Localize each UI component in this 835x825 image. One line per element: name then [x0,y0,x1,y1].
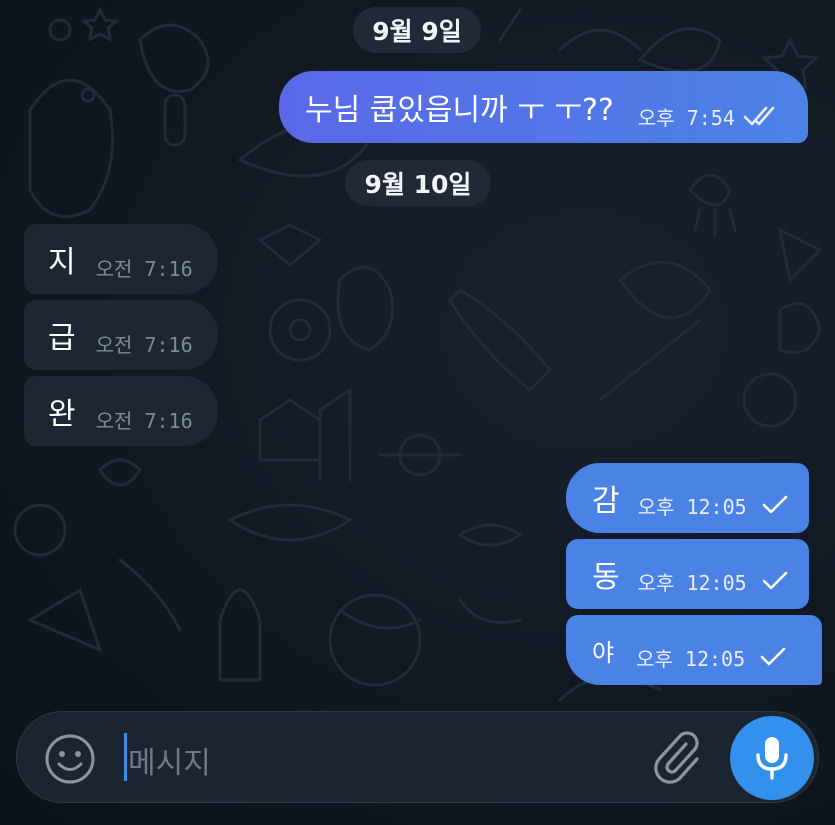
message-text: 급 [48,321,76,356]
single-check-icon [762,495,787,514]
message-text: 야 [592,638,615,667]
date-separator-label: 9월 9일 [372,17,462,46]
date-separator: 9월 10일 [345,160,491,206]
message-text: 완 [48,397,76,432]
date-separator: 9월 9일 [353,7,481,53]
message-time: 오전 7:16 [95,408,193,433]
message-text: 감 [592,484,620,519]
message-text: 지 [48,245,76,280]
microphone-icon [756,737,788,780]
message-bubble-incoming[interactable]: 급 오전 7:16 [24,300,218,370]
message-input-placeholder: 메시지 [128,746,211,781]
message-bubble-outgoing[interactable]: 동 오후 12:05 [566,539,809,609]
message-bubble-outgoing[interactable]: 누님 쿱있읍니까 ㅜ ㅜ?? 오후 7:54 [279,71,808,143]
message-input[interactable]: 메시지 [128,738,211,782]
message-time: 오전 7:16 [95,332,193,357]
double-check-icon [743,106,775,126]
message-bubble-outgoing[interactable]: 감 오후 12:05 [566,463,809,533]
text-cursor [124,733,127,781]
message-time: 오후 12:05 [636,646,746,671]
message-text: 누님 쿱있읍니까 ㅜ ㅜ?? [305,93,614,128]
message-bubble-incoming[interactable]: 지 오전 7:16 [24,224,218,294]
date-separator-label: 9월 10일 [364,170,472,199]
single-check-icon [762,571,787,590]
smiley-face-icon[interactable] [44,733,96,785]
chat-screen: 9월 9일 누님 쿱있읍니까 ㅜ ㅜ?? 오후 7:54 9월 10일 지 오전… [0,0,835,825]
message-bubble-outgoing[interactable]: 야 오후 12:05 [566,615,822,685]
message-text: 동 [592,560,620,595]
voice-record-button[interactable] [730,716,814,800]
message-time: 오후 12:05 [637,570,747,595]
message-time: 오후 12:05 [637,494,747,519]
message-bubble-incoming[interactable]: 완 오전 7:16 [24,376,218,446]
message-time: 오후 7:54 [637,105,735,130]
single-check-icon [760,647,786,666]
paperclip-icon[interactable] [652,730,702,786]
message-time: 오전 7:16 [95,256,193,281]
